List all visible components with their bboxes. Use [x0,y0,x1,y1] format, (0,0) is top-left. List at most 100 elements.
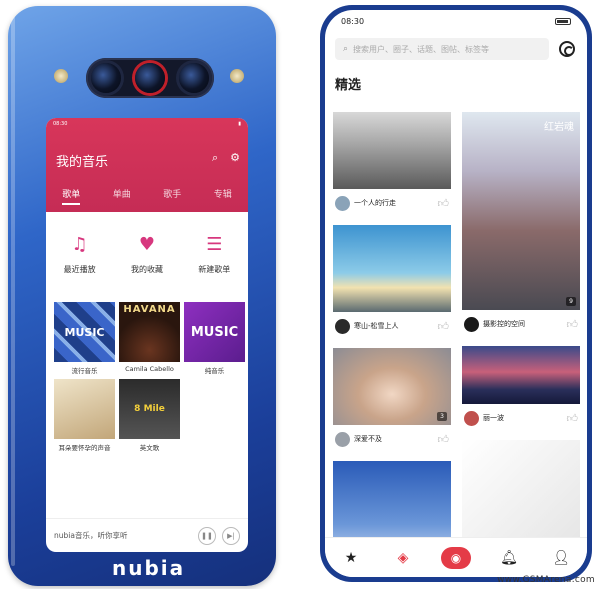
playlist-card[interactable]: 8 Mile 英文歌 [119,379,180,452]
photo [462,440,580,540]
shortcut-row: ♫ 最近播放 ♥ 我的收藏 ☰ 新建歌单 [46,212,248,300]
avatar [335,318,350,334]
like-icon[interactable]: 👍︎ [438,433,450,446]
feed-card[interactable]: 3 深爱不及 👍︎ [333,348,451,453]
nubia-logo-icon[interactable]: ◉ [441,546,471,569]
phone-front: 08:30 ⌕ 搜索用户、圈子、话题、图帖、标签等 精选 一个人的行走 👍︎ 寒… [320,5,592,582]
page-title: 我的音乐 [56,155,109,170]
feed-card[interactable]: 寒山-松雪上人 👍︎ [333,225,451,340]
flash-icon [230,69,244,83]
rear-display: 08:30 ▮ 我的音乐 ⌕ ⚙ 歌单 单曲 歌手 专辑 ♫ 最近播放 ♥ 我的… [46,118,248,552]
feed-column-left: 一个人的行走 👍︎ 寒山-松雪上人 👍︎ 3 深爱不及 👍︎ [333,112,451,559]
like-icon[interactable]: 👍︎ [438,197,450,210]
search-icon: ⌕ [343,44,349,54]
photo: 红岩魂 9 [462,112,580,310]
playlist-grid: MUSIC 流行音乐 HAVANA Camila Cabello MUSIC 纯… [46,300,248,452]
brand-logo: nubia [112,556,186,580]
feed-column-right: 红岩魂 9 摄影控的空间 👍︎ 丽一波 👍︎ [462,112,580,548]
album-art: 8 Mile [119,379,180,439]
battery-icon [555,17,571,25]
avatar [335,195,350,211]
recent-play-button[interactable]: ♫ 最近播放 [64,234,96,300]
star-icon[interactable]: ★ [337,544,365,572]
playlist-card [184,379,245,452]
edge-highlight [11,16,15,566]
feed-card[interactable] [462,440,580,540]
heart-icon: ♥ [138,234,156,255]
like-icon[interactable]: 👍︎ [567,318,579,331]
album-caption: 英文歌 [139,444,160,452]
like-icon[interactable]: 👍︎ [438,320,450,333]
feed-card[interactable]: 红岩魂 9 摄影控的空间 👍︎ [462,112,580,338]
tab-artists[interactable]: 歌手 [163,187,181,205]
playlist-add-icon: ☰ [206,234,223,255]
album-caption: Camila Cabello [125,365,174,373]
new-playlist-button[interactable]: ☰ 新建歌单 [198,234,230,300]
search-icon[interactable]: ⌕ [212,151,218,165]
avatar [335,431,350,447]
bell-icon[interactable]: 🔔︎ [495,544,523,572]
music-note-icon: ♫ [71,234,88,255]
album-caption: 耳朵要怀孕的声音 [58,444,111,452]
card-title: 深爱不及 [354,435,382,443]
user-icon[interactable]: 👤︎ [547,544,575,572]
album-art: HAVANA [119,302,180,362]
flash-icon [54,69,68,83]
feed-card[interactable]: 丽一波 👍︎ [462,346,580,432]
music-tabs: 歌单 单曲 歌手 专辑 [46,187,248,205]
camera-lens [179,63,209,93]
status-time: 08:30 [53,121,68,127]
status-bar: 08:30 ▮ [46,118,248,130]
playlist-card[interactable]: 耳朵要怀孕的声音 [54,379,115,452]
photo [333,112,451,189]
album-caption: 纯音乐 [204,367,225,375]
playlist-card[interactable]: MUSIC 纯音乐 [184,302,245,375]
favorites-button[interactable]: ♥ 我的收藏 [131,234,163,300]
card-title: 寒山-松雪上人 [354,322,399,330]
music-header: 08:30 ▮ 我的音乐 ⌕ ⚙ 歌单 单曲 歌手 专辑 [46,118,248,212]
photo [333,225,451,312]
avatar [464,316,479,332]
album-art: MUSIC [54,302,115,362]
phone-back: 08:30 ▮ 我的音乐 ⌕ ⚙ 歌单 单曲 歌手 专辑 ♫ 最近播放 ♥ 我的… [8,6,276,586]
camera-lens [91,63,121,93]
shortcut-label: 新建歌单 [198,265,231,274]
front-display: 08:30 ⌕ 搜索用户、圈子、话题、图帖、标签等 精选 一个人的行走 👍︎ 寒… [325,10,587,577]
photo: 3 [333,348,451,425]
shortcut-label: 最近播放 [63,265,96,274]
nubia-logo-icon[interactable] [559,41,575,57]
battery-icon: ▮ [238,121,241,127]
card-title: 摄影控的空间 [483,320,525,328]
camera-module [86,58,214,98]
card-title: 丽一波 [483,414,504,422]
compass-icon[interactable]: ◈ [389,544,417,572]
tab-songs[interactable]: 单曲 [113,187,131,205]
album-art: MUSIC [184,302,245,362]
playlist-card[interactable]: HAVANA Camila Cabello [119,302,180,375]
next-icon[interactable]: ▶| [222,526,240,545]
product-photo: 08:30 ▮ 我的音乐 ⌕ ⚙ 歌单 单曲 歌手 专辑 ♫ 最近播放 ♥ 我的… [0,0,601,589]
feed-card[interactable]: 一个人的行走 👍︎ [333,112,451,217]
search-input[interactable]: ⌕ 搜索用户、圈子、话题、图帖、标签等 [335,38,549,60]
photo-overlay-text: 红岩魂 [544,122,574,133]
search-placeholder: 搜索用户、圈子、话题、图帖、标签等 [353,44,490,54]
playlist-card[interactable]: MUSIC 流行音乐 [54,302,115,375]
status-bar: 08:30 [325,10,587,32]
settings-icon[interactable]: ⚙ [230,151,240,165]
photo-count-badge: 9 [566,297,576,306]
shortcut-label: 我的收藏 [130,265,163,274]
album-caption: 流行音乐 [71,367,98,375]
album-art-empty [184,379,245,439]
album-art [54,379,115,439]
like-icon[interactable]: 👍︎ [567,412,579,425]
camera-lens [135,63,165,93]
player-text: nubia音乐，听你享听 [54,531,128,540]
tab-playlists[interactable]: 歌单 [62,187,81,205]
card-title: 一个人的行走 [354,199,396,207]
photo-count-badge: 3 [437,412,447,421]
avatar [464,410,479,426]
mini-player: nubia音乐，听你享听 ❚❚ ▶| [46,518,248,552]
pause-icon[interactable]: ❚❚ [198,526,216,545]
tab-albums[interactable]: 专辑 [214,187,232,205]
photo [462,346,580,404]
